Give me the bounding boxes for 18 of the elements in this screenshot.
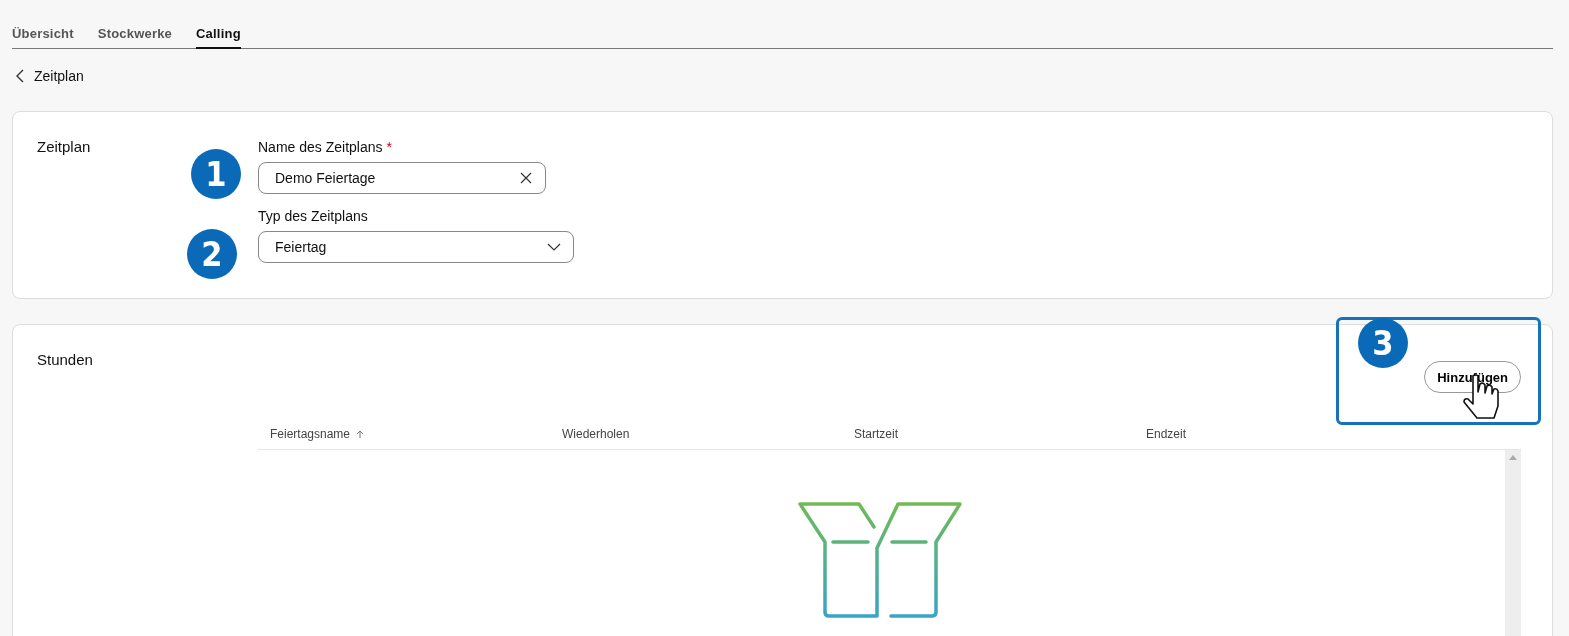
section-title: Stunden xyxy=(37,351,93,368)
back-icon[interactable] xyxy=(14,68,26,84)
tab[interactable]: Stockwerke xyxy=(97,24,173,49)
field-label: Typ des Zeitplans xyxy=(258,208,369,224)
section-title: Zeitplan xyxy=(37,138,91,155)
breadcrumb-link[interactable]: Zeitplan xyxy=(34,68,84,84)
column-header[interactable]: Startzeit xyxy=(854,427,898,441)
type-dropdown[interactable]: Feiertag xyxy=(258,231,574,263)
column-header[interactable]: Wiederholen xyxy=(562,427,630,441)
scrollbar[interactable] xyxy=(1505,450,1521,636)
tab[interactable]: Übersicht xyxy=(12,24,74,49)
name-input-field[interactable]: Demo Feiertage xyxy=(258,162,546,194)
sort-arrow-icon xyxy=(356,430,365,438)
column-header[interactable]: Endzeit xyxy=(1146,427,1187,441)
field-label: Name des Zeitplans * xyxy=(258,139,393,155)
column-header[interactable]: Feiertagsname xyxy=(270,427,351,441)
tab[interactable]: Calling xyxy=(196,24,241,49)
clear-icon[interactable] xyxy=(519,171,533,185)
